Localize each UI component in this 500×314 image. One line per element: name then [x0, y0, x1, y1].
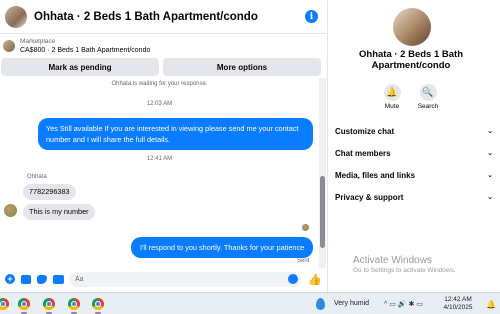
menu-customize-chat[interactable]: Customize chat ⌄	[335, 124, 493, 138]
chat-header: Ohhata · 2 Beds 1 Bath Apartment/condo i	[0, 0, 326, 34]
mute-button[interactable]: 🔔 Mute	[377, 84, 407, 110]
incoming-message[interactable]: This is my number	[23, 204, 95, 220]
listing-actions: Mark as pending More options	[0, 58, 326, 76]
mute-label: Mute	[384, 103, 400, 110]
marketplace-listing[interactable]: Marketplace CA$800 · 2 Beds 1 Bath Apart…	[0, 35, 326, 57]
chat-title[interactable]: Ohhata · 2 Beds 1 Bath Apartment/condo	[34, 11, 305, 23]
activate-windows-watermark: Activate Windows Go to Settings to activ…	[353, 255, 456, 274]
scroll-thumb[interactable]	[320, 176, 325, 248]
chrome-icon[interactable]	[43, 298, 55, 310]
incoming-message[interactable]: 7782296383	[23, 184, 76, 200]
chrome-icon[interactable]	[18, 298, 30, 310]
messenger-window: Ohhata · 2 Beds 1 Bath Apartment/condo i…	[0, 0, 500, 292]
sticker-icon[interactable]	[36, 273, 48, 285]
timestamp: 12:41 AM	[146, 156, 173, 162]
message-scrollbar[interactable]	[319, 78, 326, 268]
clock-time: 12:42 AM	[444, 296, 472, 303]
weather-text[interactable]: Very humid	[334, 300, 369, 307]
chevron-down-icon: ⌄	[487, 150, 493, 157]
timestamp: 12:03 AM	[146, 101, 173, 107]
search-icon: 🔍	[419, 84, 437, 101]
image-icon[interactable]	[20, 273, 32, 285]
waiting-note: Ohhata is waiting for your response.	[111, 81, 208, 87]
menu-privacy-support[interactable]: Privacy & support ⌄	[335, 190, 493, 204]
listing-thumbnail[interactable]	[5, 5, 27, 28]
marketplace-label: Marketplace	[20, 38, 56, 45]
sender-name: Ohhata	[27, 174, 47, 180]
gif-icon[interactable]	[52, 273, 64, 285]
more-options-button[interactable]: More options	[163, 58, 321, 76]
like-icon[interactable]: 👍	[308, 273, 322, 286]
system-tray-icons[interactable]: ^ ▭ 🔊 ✱ ▭	[384, 300, 423, 308]
contact-avatar[interactable]	[4, 204, 17, 217]
chevron-down-icon: ⌄	[487, 194, 493, 201]
chrome-icon[interactable]	[68, 298, 80, 310]
info-icon[interactable]: i	[305, 10, 318, 23]
notification-icon[interactable]: 🔔	[486, 300, 496, 309]
chrome-icon[interactable]	[0, 298, 9, 310]
bell-icon: 🔔	[383, 84, 401, 101]
chrome-icon[interactable]	[92, 298, 104, 310]
listing-price-title: CA$800 · 2 Beds 1 Bath Apartment/condo	[20, 47, 151, 54]
menu-chat-members[interactable]: Chat members ⌄	[335, 146, 493, 160]
listing-mini-thumbnail	[3, 40, 15, 52]
message-feed: Ohhata is waiting for your response. 12:…	[0, 78, 319, 268]
menu-media-files-links[interactable]: Media, files and links ⌄	[335, 168, 493, 182]
message-input[interactable]: Aa	[69, 271, 301, 287]
message-status: Sent	[297, 258, 310, 264]
input-placeholder: Aa	[75, 275, 84, 283]
composer-bar: + Aa 👍	[0, 268, 326, 290]
chat-column: Ohhata · 2 Beds 1 Bath Apartment/condo i…	[0, 0, 326, 292]
taskbar-clock[interactable]: 12:42 AM 4/10/2025	[440, 296, 476, 312]
outgoing-message[interactable]: I'll respond to you shortly. Thanks for …	[131, 237, 314, 258]
panel-title: Ohhata · 2 Beds 1 Bath Apartment/condo	[359, 49, 463, 71]
clock-date: 4/10/2025	[443, 304, 473, 311]
add-attachment-icon[interactable]: +	[4, 273, 16, 285]
emoji-icon[interactable]	[288, 274, 298, 284]
listing-avatar	[393, 8, 431, 46]
chevron-down-icon: ⌄	[487, 128, 493, 135]
search-label: Search	[417, 103, 439, 110]
outgoing-message[interactable]: Yes Still available If you are intereste…	[38, 118, 313, 150]
taskbar: Very humid ^ ▭ 🔊 ✱ ▭ 12:42 AM 4/10/2025 …	[0, 292, 500, 314]
chat-details-panel: Ohhata · 2 Beds 1 Bath Apartment/condo 🔔…	[327, 0, 500, 292]
weather-icon[interactable]	[316, 298, 325, 310]
search-button[interactable]: 🔍 Search	[413, 84, 443, 110]
mark-as-pending-button[interactable]: Mark as pending	[1, 58, 159, 76]
chevron-down-icon: ⌄	[487, 172, 493, 179]
seen-avatar	[302, 224, 309, 231]
